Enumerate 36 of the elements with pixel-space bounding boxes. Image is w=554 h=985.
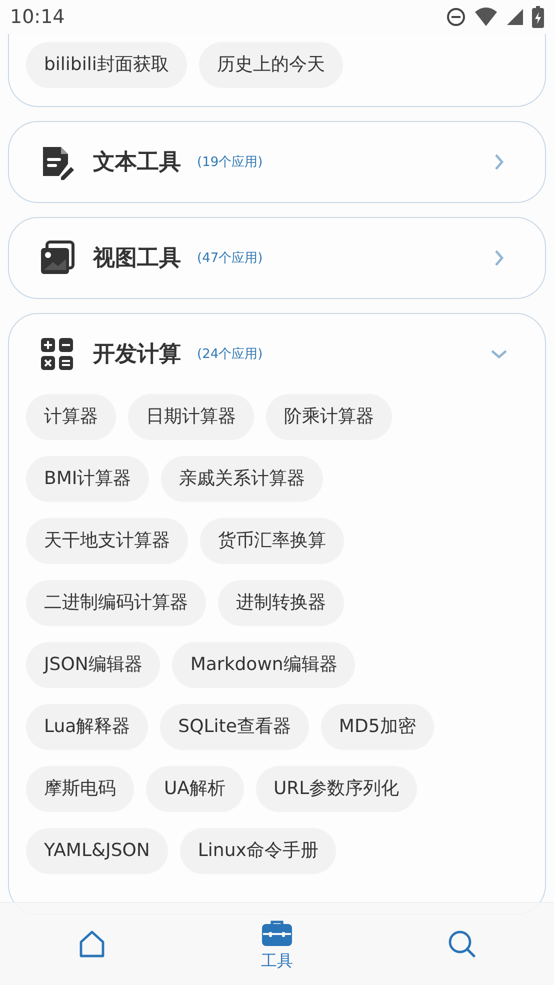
tool-chip[interactable]: 亲戚关系计算器: [161, 456, 324, 502]
tool-chip[interactable]: Markdown编辑器: [172, 642, 356, 688]
tool-chip[interactable]: 计算器: [26, 394, 116, 440]
tool-chip[interactable]: UA解析: [146, 766, 244, 812]
status-time: 10:14: [10, 6, 65, 28]
tool-chip[interactable]: SQLite查看器: [160, 704, 309, 750]
do-not-disturb-icon: [446, 7, 466, 27]
tool-chip[interactable]: 货币汇率换算: [200, 518, 344, 564]
tool-chip[interactable]: Linux命令手册: [180, 828, 336, 874]
tool-chip[interactable]: JSON编辑器: [26, 642, 160, 688]
app-count: (24个应用): [197, 346, 263, 363]
tool-chip[interactable]: 天干地支计算器: [26, 518, 188, 564]
tool-chip[interactable]: 摩斯电码: [26, 766, 134, 812]
tool-chip[interactable]: MD5加密: [320, 704, 434, 750]
calculator-icon: [39, 336, 75, 372]
category-title: 视图工具: [93, 245, 181, 273]
tool-chip[interactable]: 二进制编码计算器: [26, 580, 206, 626]
wifi-icon: [474, 7, 498, 27]
app-count: (19个应用): [197, 154, 263, 171]
nav-label: 工具: [261, 950, 293, 972]
signal-icon: [506, 8, 524, 26]
tool-chip[interactable]: 日期计算器: [128, 394, 254, 440]
tool-chip[interactable]: 历史上的今天: [198, 42, 343, 88]
category-title: 开发计算: [93, 341, 181, 369]
battery-icon: [532, 6, 544, 28]
tool-chip[interactable]: bilibili封面获取: [26, 42, 187, 88]
nav-tab[interactable]: 工具: [184, 903, 370, 985]
tool-chip[interactable]: 阶乘计算器: [266, 394, 392, 440]
tool-chip[interactable]: Lua解释器: [26, 704, 148, 750]
tool-chip[interactable]: BMI计算器: [26, 456, 150, 502]
tool-chip[interactable]: 进制转换器: [218, 580, 344, 626]
app-count: (47个应用): [197, 250, 263, 267]
category-title: 文本工具: [93, 149, 181, 177]
tool-chip[interactable]: YAML&JSON: [26, 828, 168, 874]
tool-chip[interactable]: URL参数序列化: [256, 766, 418, 812]
image-stack-icon: [39, 240, 75, 276]
